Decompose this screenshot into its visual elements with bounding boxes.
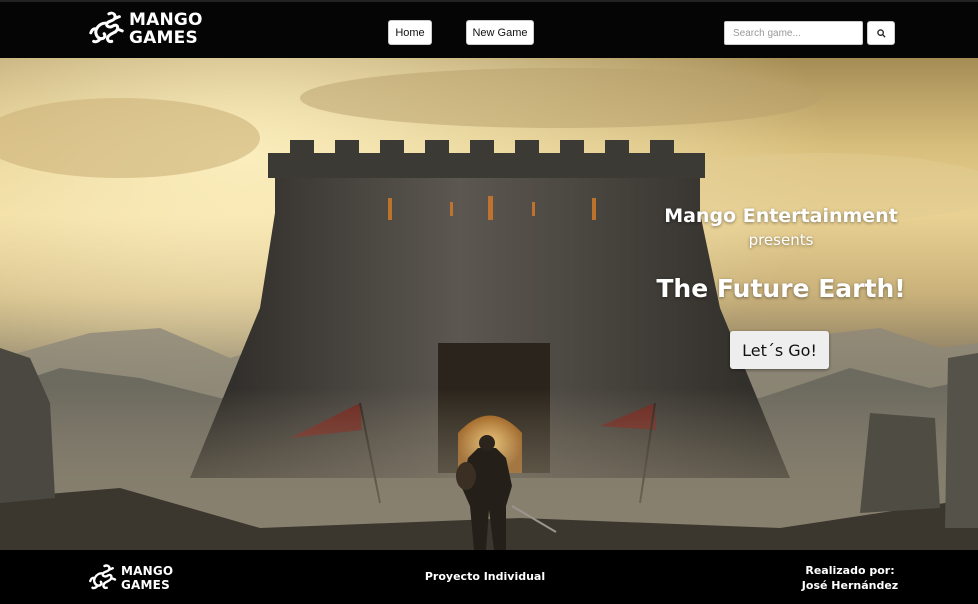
presenter-text: Mango Entertainment — [664, 205, 898, 227]
search-button[interactable] — [867, 21, 895, 45]
footer: MANGO GAMES Proyecto Individual Realizad… — [0, 550, 978, 604]
search-input[interactable] — [724, 21, 863, 45]
search-icon — [876, 28, 886, 38]
hero-title: The Future Earth! — [656, 274, 906, 303]
credits: Realizado por: José Hernández — [780, 563, 920, 593]
hero-text-block: Mango Entertainment presents The Future … — [640, 204, 922, 304]
lets-go-button[interactable]: Let´s Go! — [730, 331, 829, 369]
castle-hero-image — [0, 58, 978, 550]
gecko-logo-icon — [89, 11, 124, 44]
project-label: Proyecto Individual — [424, 570, 546, 583]
credit-name: José Hernández — [801, 579, 899, 592]
logo-text-line2: GAMES — [129, 28, 198, 48]
hero-banner: Mango Entertainment presents The Future … — [0, 58, 978, 550]
gecko-logo-icon — [89, 564, 117, 590]
footer-logo-text-line2: GAMES — [121, 578, 170, 592]
logo-text-line1: MANGO — [129, 10, 203, 30]
footer-logo-text-line1: MANGO — [121, 564, 174, 578]
presents-text: presents — [748, 231, 814, 249]
top-navbar: MANGO GAMES Home New Game — [0, 0, 978, 58]
footer-brand-logo[interactable]: MANGO GAMES — [88, 563, 173, 593]
credit-label: Realizado por: — [805, 564, 895, 577]
home-button[interactable]: Home — [388, 20, 432, 45]
brand-logo[interactable]: MANGO GAMES — [88, 10, 203, 48]
new-game-button[interactable]: New Game — [466, 20, 534, 45]
